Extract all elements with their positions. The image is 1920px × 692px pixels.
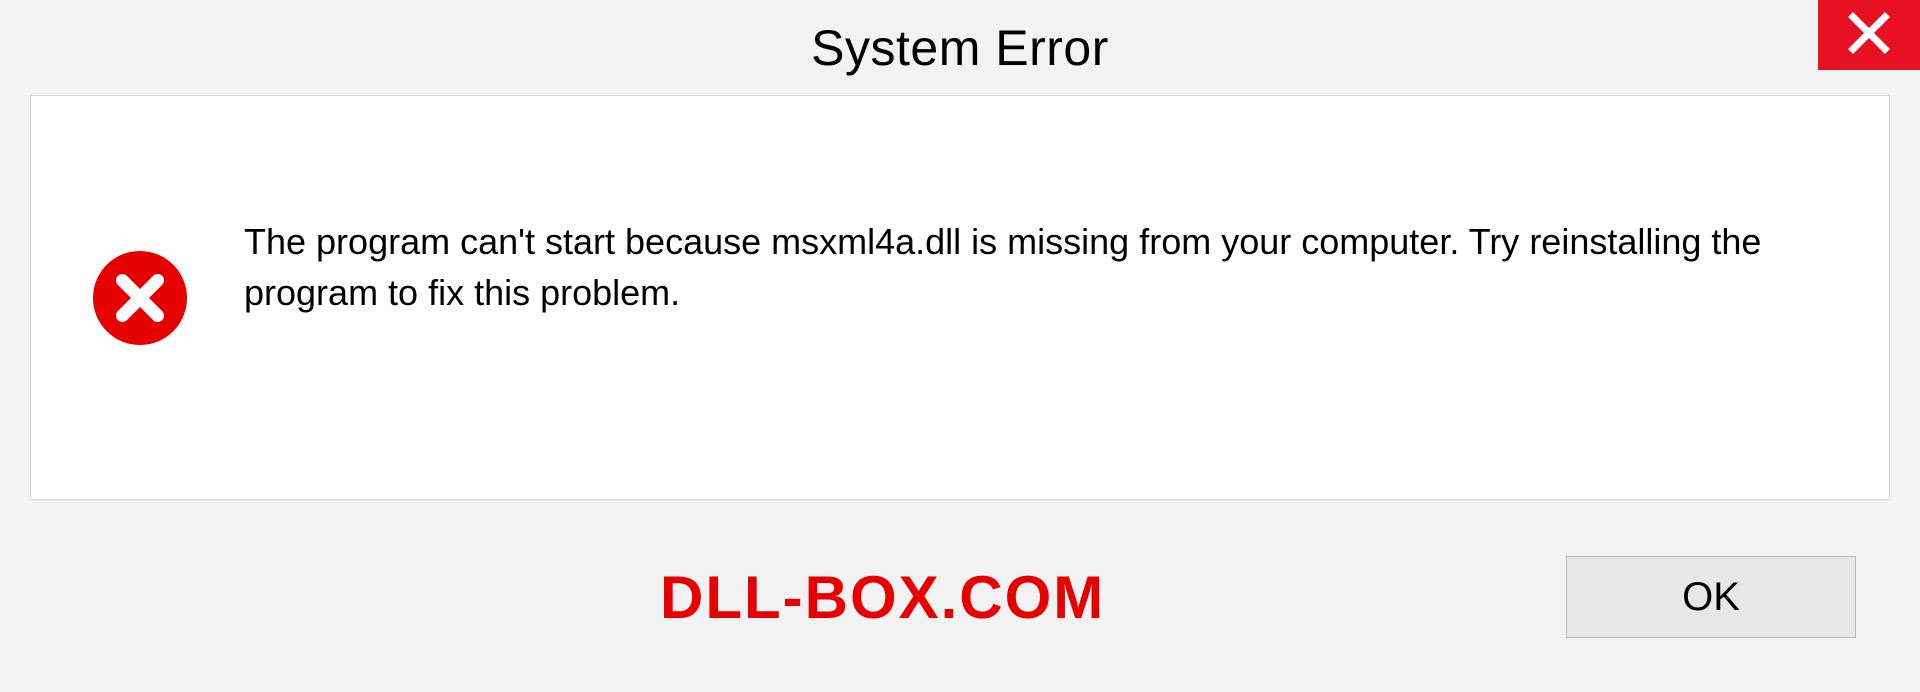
ok-button-label: OK — [1682, 575, 1740, 620]
error-icon — [91, 249, 189, 347]
watermark-text: DLL-BOX.COM — [660, 563, 1105, 632]
titlebar: System Error — [0, 0, 1920, 95]
content-panel: The program can't start because msxml4a.… — [30, 95, 1890, 500]
system-error-dialog: System Error The program can't start bec… — [0, 0, 1920, 692]
dialog-title: System Error — [811, 19, 1109, 77]
ok-button[interactable]: OK — [1566, 556, 1856, 638]
close-button[interactable] — [1818, 0, 1920, 70]
dialog-footer: DLL-BOX.COM OK — [0, 502, 1920, 692]
error-message: The program can't start because msxml4a.… — [244, 217, 1829, 318]
close-icon — [1847, 11, 1891, 60]
